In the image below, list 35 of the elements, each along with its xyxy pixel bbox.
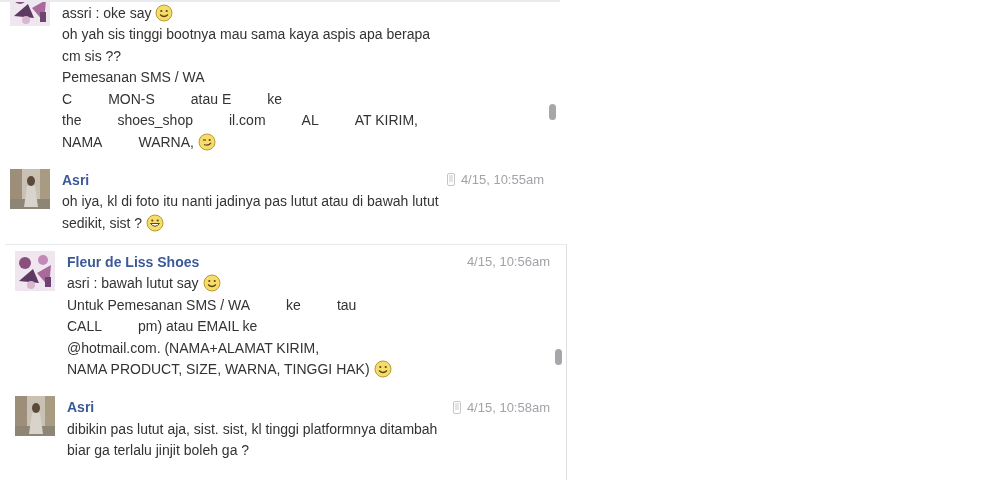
- message-text: shoes_shop: [117, 112, 193, 129]
- message-text: dibikin pas lutut aja, sist. sist, kl tinggi platformnya ditambah: [67, 420, 438, 437]
- timestamp: 4/15, 10:58am: [466, 399, 550, 415]
- message-text: tau: [336, 296, 357, 313]
- sender-name[interactable]: Asri: [62, 171, 90, 188]
- message-text: @hotmail.com. (NAMA+ALAMAT KIRIM,: [67, 339, 320, 356]
- message-text: il.com: [229, 112, 266, 129]
- scrollbar-thumb[interactable]: [555, 348, 562, 365]
- sender-name[interactable]: Asri: [67, 399, 95, 415]
- message-text: MON-S: [108, 90, 155, 107]
- scrollbar-thumb[interactable]: [549, 104, 556, 120]
- message-text: ke: [286, 296, 301, 313]
- message-text: Untuk Pemesanan SMS / WA: [67, 296, 251, 313]
- message-text: C: [62, 90, 73, 107]
- message-text: atau E: [190, 90, 232, 107]
- message-text: Pemesanan SMS / WA: [62, 69, 205, 86]
- message-text: pm) atau EMAIL ke: [138, 318, 258, 335]
- message-text: NAMA PRODUCT, SIZE, WARNA, TINGGI HAK): [67, 361, 370, 378]
- sender-name[interactable]: Fleur de Liss Shoes: [67, 253, 200, 270]
- message-text: ke: [267, 90, 283, 107]
- message-text: oh yah sis tinggi bootnya mau sama kaya aspis apa berapa: [62, 26, 431, 43]
- timestamp: 4/15, 10:55am: [460, 172, 544, 187]
- message-text: AL: [301, 112, 319, 129]
- message-text: WARNA,: [138, 133, 194, 150]
- message-text: NAMA: [62, 133, 103, 150]
- message-text: biar ga terlalu jinjit boleh ga ?: [67, 442, 250, 459]
- message-text: CALL: [67, 318, 103, 335]
- message-text: cm sis ??: [62, 47, 122, 64]
- message-text: the: [62, 112, 82, 129]
- message-text: asri : bawah lutut say: [67, 275, 199, 292]
- timestamp: 4/15, 10:56am: [466, 254, 550, 269]
- message-text: oh iya, kl di foto itu nanti jadinya pas lutut atau di bawah lutut: [62, 193, 439, 210]
- message-text: AT KIRIM,: [354, 112, 418, 129]
- message-text: assri : oke say: [62, 4, 152, 21]
- message-text: sedikit, sist ?: [62, 214, 143, 231]
